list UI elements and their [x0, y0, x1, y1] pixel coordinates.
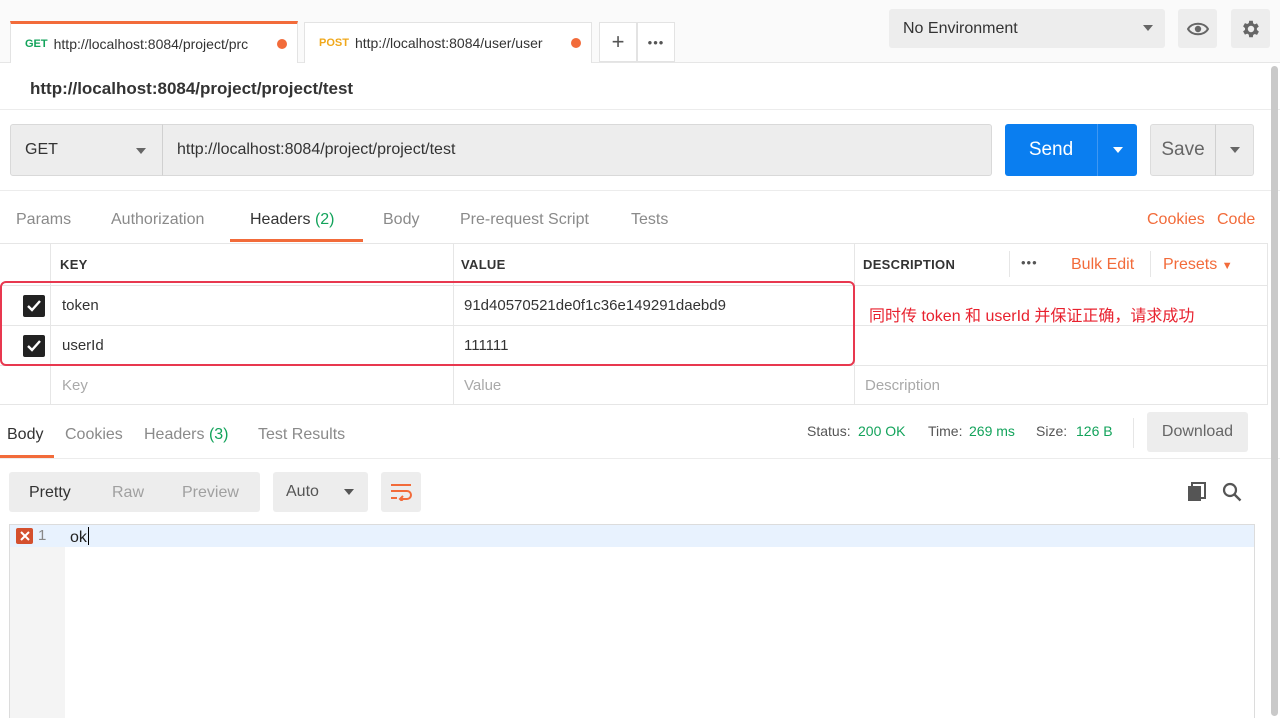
request-tab-post[interactable]: POST http://localhost:8084/user/user — [304, 22, 592, 63]
cookies-link[interactable]: Cookies — [1147, 211, 1205, 229]
chevron-down-icon — [1229, 147, 1240, 153]
environment-label: No Environment — [903, 19, 1018, 37]
send-button[interactable]: Send — [1005, 124, 1097, 176]
tab-method-label: POST — [319, 37, 349, 49]
response-body-editor[interactable]: 1 ok — [9, 524, 1255, 718]
column-divider — [1267, 243, 1268, 405]
copy-icon[interactable] — [1187, 482, 1207, 502]
search-icon[interactable] — [1222, 482, 1242, 502]
divider — [1133, 418, 1134, 448]
response-headers-count-badge: (3) — [208, 426, 229, 443]
settings-button[interactable] — [1231, 9, 1270, 48]
url-input[interactable] — [162, 124, 992, 176]
text-cursor — [87, 527, 89, 545]
chevron-down-icon — [1112, 147, 1123, 153]
code-link[interactable]: Code — [1217, 211, 1255, 229]
tab-body[interactable]: Body — [383, 211, 419, 229]
editor-gutter — [10, 525, 65, 718]
wrap-icon — [391, 484, 412, 501]
table-more-button[interactable]: ••• — [1021, 255, 1038, 270]
annotation-text: 同时传 token 和 userId 并保证正确，请求成功 — [869, 308, 1195, 325]
format-preview-button[interactable]: Preview — [182, 484, 239, 502]
more-icon: ••• — [647, 34, 665, 50]
presets-dropdown[interactable]: Presets ▼ — [1163, 256, 1233, 274]
tab-prerequest-script[interactable]: Pre-request Script — [460, 211, 589, 229]
headers-count-badge: (2) — [314, 211, 335, 228]
download-label: Download — [1161, 423, 1234, 440]
response-tab-headers-label: Headers — [144, 426, 205, 443]
column-header-key: KEY — [60, 257, 88, 272]
tab-url-label: http://localhost:8084/project/prc — [53, 35, 249, 52]
line-number: 1 — [38, 527, 47, 544]
chevron-down-icon — [1143, 25, 1153, 31]
send-label: Send — [1028, 139, 1074, 160]
unsaved-dot-icon — [571, 38, 581, 48]
send-options-button[interactable] — [1097, 124, 1137, 176]
active-tab-indicator — [0, 455, 54, 458]
presets-label: Presets — [1163, 256, 1218, 273]
column-divider — [1150, 251, 1151, 277]
unsaved-dot-icon — [277, 38, 287, 49]
table-row-new: Key Value Description — [0, 365, 1268, 405]
time-label: Time: — [928, 423, 963, 439]
tab-tests[interactable]: Tests — [631, 211, 668, 229]
column-header-value: VALUE — [461, 257, 506, 272]
method-select[interactable]: GET — [10, 124, 163, 176]
scrollbar[interactable] — [1271, 66, 1278, 716]
request-title: http://localhost:8084/project/project/te… — [30, 79, 354, 98]
request-tab-get[interactable]: GET http://localhost:8084/project/prc — [10, 21, 298, 63]
response-tab-cookies[interactable]: Cookies — [65, 426, 123, 444]
environment-quick-look-button[interactable] — [1178, 9, 1217, 48]
plus-icon: + — [611, 29, 625, 54]
response-tab-headers[interactable]: Headers (3) — [144, 426, 229, 444]
format-raw-button[interactable]: Raw — [112, 484, 144, 502]
active-line-highlight — [10, 525, 1254, 547]
save-button[interactable]: Save — [1150, 124, 1216, 176]
tab-authorization[interactable]: Authorization — [111, 211, 204, 229]
highlight-annotation-box — [0, 281, 855, 366]
wrap-lines-button[interactable] — [381, 472, 421, 512]
new-tab-button[interactable]: + — [599, 22, 637, 62]
format-pretty-button[interactable]: Pretty — [29, 484, 71, 502]
save-label: Save — [1161, 139, 1205, 160]
more-tabs-button[interactable]: ••• — [637, 22, 675, 62]
new-key-input[interactable]: Key — [62, 366, 88, 404]
size-value: 126 B — [1076, 423, 1113, 439]
gear-icon — [1242, 20, 1259, 37]
divider — [0, 190, 1280, 191]
chevron-down-icon — [136, 148, 146, 154]
status-value: 200 OK — [858, 423, 906, 439]
status-label: Status: — [807, 423, 851, 439]
language-select[interactable]: Auto — [273, 472, 368, 512]
download-button[interactable]: Download — [1147, 412, 1248, 452]
language-label: Auto — [286, 483, 319, 500]
eye-icon — [1186, 22, 1209, 35]
code-line-text: ok — [70, 529, 87, 546]
error-icon — [16, 528, 33, 544]
tab-headers[interactable]: Headers (2) — [250, 211, 335, 229]
column-header-description: DESCRIPTION — [863, 257, 956, 272]
size-label: Size: — [1036, 423, 1068, 439]
save-options-button[interactable] — [1215, 124, 1254, 176]
tab-url-label: http://localhost:8084/user/user — [354, 35, 543, 51]
active-tab-indicator — [230, 239, 363, 242]
caret-down-icon: ▼ — [1221, 260, 1233, 272]
tab-params[interactable]: Params — [16, 211, 71, 229]
divider — [0, 109, 1280, 110]
request-tabs: Params Authorization Headers (2) Body Pr… — [0, 196, 1280, 242]
chevron-down-icon — [344, 489, 354, 495]
column-divider — [1009, 251, 1010, 277]
new-value-input[interactable]: Value — [464, 366, 501, 404]
response-tab-test-results[interactable]: Test Results — [258, 426, 345, 444]
response-tab-body[interactable]: Body — [7, 426, 43, 444]
time-value: 269 ms — [969, 423, 1015, 439]
bulk-edit-link[interactable]: Bulk Edit — [1071, 256, 1134, 274]
tab-headers-label: Headers — [250, 211, 311, 228]
method-label: GET — [25, 141, 58, 158]
environment-select[interactable]: No Environment — [889, 9, 1165, 48]
new-description-input[interactable]: Description — [865, 366, 940, 404]
code-line: ok — [70, 527, 89, 547]
format-toggle-group: Pretty Raw Preview — [9, 472, 260, 512]
tab-method-label: GET — [25, 37, 48, 50]
